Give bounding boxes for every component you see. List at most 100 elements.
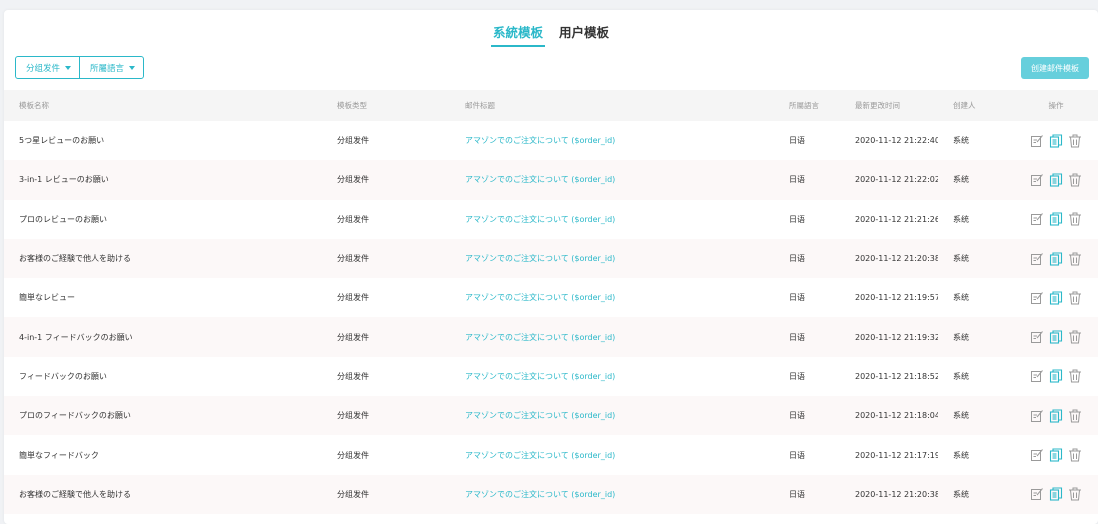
copy-icon[interactable]	[1049, 291, 1063, 305]
trash-icon[interactable]	[1068, 173, 1082, 187]
template-name: お客様のご経験で他人を助ける	[4, 238, 322, 279]
template-language: 日语	[774, 160, 840, 200]
template-type: 分组发件	[337, 293, 369, 303]
template-table: 模板名称 模板类型 邮件标题 所屬語言 最新更改时间 创建人 操作 5つ星レビュ…	[4, 90, 1098, 514]
copy-icon[interactable]	[1049, 134, 1063, 148]
copy-icon[interactable]	[1049, 212, 1063, 226]
copy-icon[interactable]	[1049, 251, 1063, 266]
template-subject-link[interactable]: アマゾンでのご注文について ($order_id)	[465, 451, 615, 460]
trash-icon[interactable]	[1068, 134, 1082, 148]
tab-user-templates[interactable]: 用户模板	[557, 24, 611, 47]
group-send-filter[interactable]: 分组发件	[16, 57, 79, 78]
template-name: 3-in-1 レビューのお願い	[4, 160, 322, 200]
edit-icon[interactable]	[1030, 369, 1044, 383]
template-updated-time: 2020-11-12 21:18:52	[855, 371, 938, 381]
edit-icon[interactable]	[1030, 252, 1044, 266]
template-subject: アマゾンでのご注文について ($order_id)	[450, 474, 774, 514]
copy-icon[interactable]	[1049, 173, 1063, 187]
trash-icon[interactable]	[1068, 252, 1082, 266]
copy-icon[interactable]	[1049, 330, 1063, 344]
template-creator: 系统	[938, 474, 1014, 514]
template-updated-time: 2020-11-12 21:20:38	[840, 238, 938, 279]
trash-icon[interactable]	[1068, 291, 1082, 305]
copy-icon[interactable]	[1049, 448, 1063, 462]
trash-icon[interactable]	[1068, 369, 1082, 383]
template-creator: 系统	[938, 396, 1014, 436]
trash-icon[interactable]	[1068, 409, 1082, 423]
table-row: 簡単なレビュー 分组发件 アマゾンでのご注文について ($order_id) 日…	[4, 278, 1098, 317]
template-type: 分组发件	[322, 160, 450, 200]
copy-icon[interactable]	[1049, 487, 1063, 501]
template-subject-link[interactable]: アマゾンでのご注文について ($order_id)	[465, 490, 615, 499]
column-header-type: 模板类型	[322, 90, 450, 121]
edit-icon[interactable]	[1030, 409, 1044, 423]
edit-icon[interactable]	[1030, 291, 1044, 305]
template-language: 日语	[774, 396, 840, 436]
language-filter[interactable]: 所屬語言	[79, 57, 143, 78]
template-subject-link[interactable]: アマゾンでのご注文について ($order_id)	[465, 254, 615, 263]
column-header-updated-time: 最新更改时间	[840, 90, 938, 121]
table-row: 3-in-1 レビューのお願い 分组发件 アマゾンでのご注文について ($ord…	[4, 160, 1098, 200]
template-creator: 系统	[938, 238, 1014, 279]
template-subject: アマゾンでのご注文について ($order_id)	[450, 121, 774, 160]
tab-system-templates[interactable]: 系統模板	[490, 24, 545, 47]
template-updated-time: 2020-11-12 21:20:38	[840, 474, 938, 514]
template-language: 日语	[774, 238, 840, 279]
copy-icon[interactable]	[1049, 369, 1063, 383]
template-name: プロのレビューのお願い	[19, 214, 107, 224]
copy-icon[interactable]	[1049, 409, 1063, 423]
filter-bar: 分组发件 所屬語言	[15, 56, 145, 79]
template-name: お客様のご経験で他人を助ける	[4, 474, 322, 514]
template-creator: 系统	[953, 371, 969, 381]
row-actions	[1014, 317, 1098, 357]
table-row: お客様のご経験で他人を助ける 分组发件 アマゾンでのご注文について ($orde…	[4, 474, 1098, 514]
template-updated-time: 2020-11-12 21:17:19	[855, 450, 938, 460]
template-type: 分组发件	[337, 214, 369, 224]
template-language: 日语	[789, 214, 805, 224]
edit-icon[interactable]	[1030, 134, 1044, 148]
template-subject-link[interactable]: アマゾンでのご注文について ($order_id)	[465, 215, 615, 224]
template-creator: 系统	[953, 136, 969, 146]
edit-icon[interactable]	[1030, 173, 1044, 187]
template-subject: アマゾンでのご注文について ($order_id)	[450, 160, 774, 200]
column-header-language: 所屬語言	[774, 90, 840, 121]
template-language: 日语	[789, 293, 805, 303]
table-row: 簡単なフィードバック 分组发件 アマゾンでのご注文について ($order_id…	[4, 435, 1098, 474]
template-language: 日语	[789, 136, 805, 146]
template-updated-time: 2020-11-12 21:22:40	[855, 136, 938, 146]
trash-icon[interactable]	[1068, 448, 1082, 462]
column-header-subject: 邮件标题	[450, 90, 774, 121]
edit-icon[interactable]	[1030, 330, 1044, 344]
template-subject-link[interactable]: アマゾンでのご注文について ($order_id)	[465, 136, 615, 145]
row-actions	[1014, 396, 1098, 436]
caret-down-icon	[65, 65, 72, 70]
template-language: 日语	[774, 474, 840, 514]
template-subject: アマゾンでのご注文について ($order_id)	[450, 200, 774, 239]
create-template-button[interactable]: 创建邮件模板	[1021, 57, 1089, 79]
template-subject-link[interactable]: アマゾンでのご注文について ($order_id)	[465, 411, 615, 420]
trash-icon[interactable]	[1068, 212, 1082, 226]
row-actions	[1014, 160, 1098, 200]
template-updated-time: 2020-11-12 21:19:32	[840, 317, 938, 357]
template-tabs: 系統模板 用户模板	[4, 24, 1098, 47]
trash-icon[interactable]	[1068, 487, 1082, 501]
trash-icon[interactable]	[1068, 330, 1082, 344]
table-row: プロのレビューのお願い 分组发件 アマゾンでのご注文について ($order_i…	[4, 200, 1098, 239]
edit-icon[interactable]	[1030, 448, 1044, 462]
template-creator: 系统	[953, 214, 969, 224]
edit-icon[interactable]	[1030, 212, 1044, 226]
template-subject-link[interactable]: アマゾンでのご注文について ($order_id)	[465, 372, 615, 381]
template-name: 4-in-1 フィードバックのお願い	[4, 317, 322, 357]
language-filter-label: 所屬語言	[90, 63, 125, 74]
template-subject-link[interactable]: アマゾンでのご注文について ($order_id)	[465, 333, 615, 342]
template-name: 5つ星レビューのお願い	[19, 136, 105, 146]
table-row: 4-in-1 フィードバックのお願い 分组发件 アマゾンでのご注文について ($…	[4, 317, 1098, 357]
template-subject-link[interactable]: アマゾンでのご注文について ($order_id)	[465, 293, 615, 302]
template-subject-link[interactable]: アマゾンでのご注文について ($order_id)	[465, 175, 615, 184]
table-row: 5つ星レビューのお願い 分组发件 アマゾンでのご注文について ($order_i…	[4, 121, 1098, 160]
template-type: 分组发件	[337, 136, 369, 146]
edit-icon[interactable]	[1030, 487, 1044, 501]
row-actions	[1014, 474, 1098, 514]
template-type: 分组发件	[337, 371, 369, 381]
column-header-name: 模板名称	[4, 90, 322, 121]
